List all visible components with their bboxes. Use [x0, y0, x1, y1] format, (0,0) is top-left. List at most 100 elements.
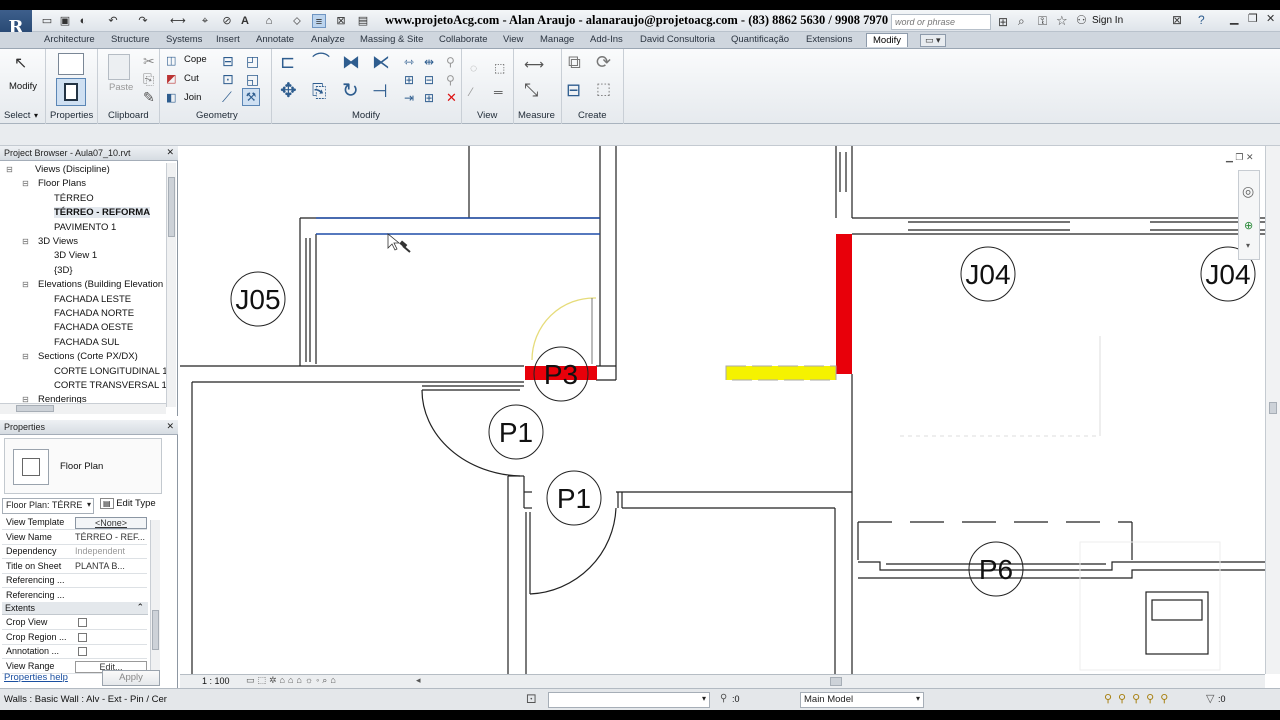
geometry-panel-label[interactable]: Geometry — [196, 110, 238, 121]
offset-icon[interactable]: ⌒ — [312, 53, 330, 71]
type-selector[interactable]: Floor Plan — [4, 438, 162, 494]
split-gap-icon[interactable]: ⇹ — [424, 54, 434, 70]
tree-item[interactable]: CORTE LONGITUDINAL 1 — [54, 366, 168, 377]
tree-item[interactable]: 3D View 1 — [54, 250, 97, 261]
tree-expander-icon[interactable]: ⊟ — [6, 165, 13, 174]
tag-label[interactable]: J04 — [965, 259, 1010, 290]
split-face-icon[interactable]: ◰ — [246, 53, 259, 69]
sync-icon[interactable]: ◐ — [76, 14, 90, 28]
scale-icon[interactable]: ⊞ — [404, 72, 414, 88]
redo-icon[interactable]: ↷ — [136, 14, 150, 28]
properties-help-link[interactable]: Properties help — [4, 672, 68, 683]
properties-close-icon[interactable]: ✕ — [166, 421, 174, 432]
open-icon[interactable]: ▭ — [40, 14, 54, 28]
create-assembly-icon[interactable]: ⧉ — [568, 53, 581, 71]
select-panel-label[interactable]: Select — [4, 110, 30, 121]
property-value[interactable]: <None> — [75, 517, 147, 529]
switch-windows-icon[interactable]: ▤ — [356, 14, 370, 28]
tree-item[interactable]: 3D Views — [38, 236, 78, 247]
copy-clipboard-icon[interactable]: ⎘ — [143, 71, 154, 87]
tree-item[interactable]: Elevations (Building Elevation — [38, 279, 163, 290]
cut-button[interactable]: Cut — [184, 73, 199, 84]
create-panel-label[interactable]: Create — [578, 110, 607, 121]
pin-icon[interactable]: ⚲ — [446, 54, 455, 70]
minimize-icon[interactable]: ▁ — [1230, 12, 1238, 25]
modify-button[interactable]: Modify — [9, 81, 37, 92]
array-icon[interactable]: ⊟ — [424, 72, 434, 88]
sign-in-link[interactable]: Sign In — [1092, 15, 1123, 26]
create-parts-icon[interactable]: ⟳ — [596, 53, 611, 71]
tree-expander-icon[interactable]: ⊟ — [22, 352, 29, 361]
tree-item[interactable]: Floor Plans — [38, 178, 86, 189]
tree-item[interactable]: TÉRREO — [54, 193, 94, 204]
tree-horizontal-scrollbar[interactable] — [0, 403, 166, 414]
mirror-draw-icon[interactable]: ⧔ — [372, 53, 390, 71]
undo-icon[interactable]: ↶ — [106, 14, 120, 28]
star-icon[interactable]: ☆ — [1056, 13, 1068, 29]
view-panel-label[interactable]: View — [477, 110, 497, 121]
tab-massing-site[interactable]: Massing & Site — [360, 34, 423, 45]
workset-selector[interactable]: ▾ — [548, 692, 710, 708]
demolish-icon[interactable]: ⟋ — [222, 89, 232, 105]
tab-collaborate[interactable]: Collaborate — [439, 34, 488, 45]
close-icon[interactable]: ✕ — [1266, 12, 1275, 25]
thin-lines-icon[interactable]: ≡ — [312, 14, 326, 28]
mirror-pick-icon[interactable]: ⧓ — [342, 53, 360, 71]
modify-panel-label[interactable]: Modify — [352, 110, 380, 121]
unpin-icon[interactable]: ⚲ — [446, 72, 455, 88]
property-checkbox[interactable] — [78, 632, 87, 642]
filter-icon[interactable]: ▽ — [1206, 692, 1214, 705]
tab-annotate[interactable]: Annotate — [256, 34, 294, 45]
trim-multiple-icon[interactable]: ⊞ — [424, 90, 434, 106]
view-window-controls[interactable]: ▁ ❐ ✕ — [1226, 152, 1254, 163]
property-value[interactable]: TÉRREO - REF... — [75, 532, 147, 542]
type-properties-icon[interactable] — [58, 53, 84, 75]
tree-vertical-scrollbar[interactable] — [166, 163, 176, 407]
search-icon[interactable]: ⌕ — [1018, 14, 1025, 29]
tab-extensions[interactable]: Extensions — [806, 34, 852, 45]
delete-icon[interactable]: ✕ — [446, 90, 457, 106]
tree-item[interactable]: PAVIMENTO 1 — [54, 222, 116, 233]
tab-insert[interactable]: Insert — [216, 34, 240, 45]
section-icon[interactable]: ⬦ — [290, 14, 304, 28]
text-icon[interactable]: A — [238, 14, 252, 28]
tree-expander-icon[interactable]: ⊟ — [22, 237, 29, 246]
property-checkbox[interactable] — [78, 618, 87, 627]
match-properties-icon[interactable]: ✎ — [143, 89, 155, 105]
properties-scrollbar[interactable] — [150, 520, 160, 670]
copy-icon[interactable]: ⎘ — [312, 82, 326, 100]
paste-icon[interactable] — [108, 54, 130, 80]
tree-item[interactable]: TÉRREO - REFORMA — [54, 207, 151, 219]
view-control-icons[interactable]: ▭⬚✲⌂⌂⌂☼◦⌕⌂ — [246, 675, 339, 686]
view-toggle-icon[interactable]: ═ — [494, 84, 503, 100]
apply-button[interactable]: Apply — [102, 670, 160, 686]
zoom-icon[interactable]: ⊕ — [1244, 219, 1253, 232]
cut-clipboard-icon[interactable]: ✂ — [143, 53, 155, 69]
tag-label[interactable]: P1 — [499, 417, 533, 448]
tree-item[interactable]: FACHADA OESTE — [54, 322, 133, 333]
drawing-canvas[interactable]: J05 J04 J04 P3 P1 P1 P6 ▁ ❐ ✕ ◎ ⊕ ▾ — [180, 146, 1265, 674]
paint-icon[interactable]: ◱ — [246, 71, 259, 87]
align-icon[interactable]: ⊏ — [280, 53, 295, 71]
scroll-left-icon[interactable]: ◂ — [416, 675, 421, 686]
tree-item[interactable]: {3D} — [54, 265, 73, 276]
linework-icon[interactable]: ⁄ — [470, 84, 472, 100]
search-input[interactable]: word or phrase — [891, 14, 991, 30]
property-checkbox[interactable] — [78, 647, 87, 656]
steering-wheel-icon[interactable]: ◎ — [1242, 183, 1254, 200]
tab-view[interactable]: View — [503, 34, 523, 45]
move-icon[interactable]: ✥ — [280, 81, 297, 101]
tag-label[interactable]: P3 — [544, 359, 578, 390]
wall-joins-icon[interactable]: ⊟ — [222, 53, 234, 69]
nav-dropdown-icon[interactable]: ▾ — [1246, 241, 1250, 250]
tag-label[interactable]: P6 — [979, 554, 1013, 585]
split-element-icon[interactable]: ⇿ — [404, 54, 414, 70]
demolish-hammer-icon[interactable]: ⚒ — [242, 88, 260, 106]
measure-panel-label[interactable]: Measure — [518, 110, 555, 121]
create-similar-icon[interactable]: ⬚ — [596, 82, 611, 98]
user-icon[interactable]: ⚇ — [1076, 13, 1087, 27]
tag-label[interactable]: J04 — [1205, 259, 1250, 290]
property-value[interactable]: PLANTA B... — [75, 561, 147, 571]
worksets-icon[interactable]: ⚀ — [526, 692, 536, 706]
tab-structure[interactable]: Structure — [111, 34, 150, 45]
